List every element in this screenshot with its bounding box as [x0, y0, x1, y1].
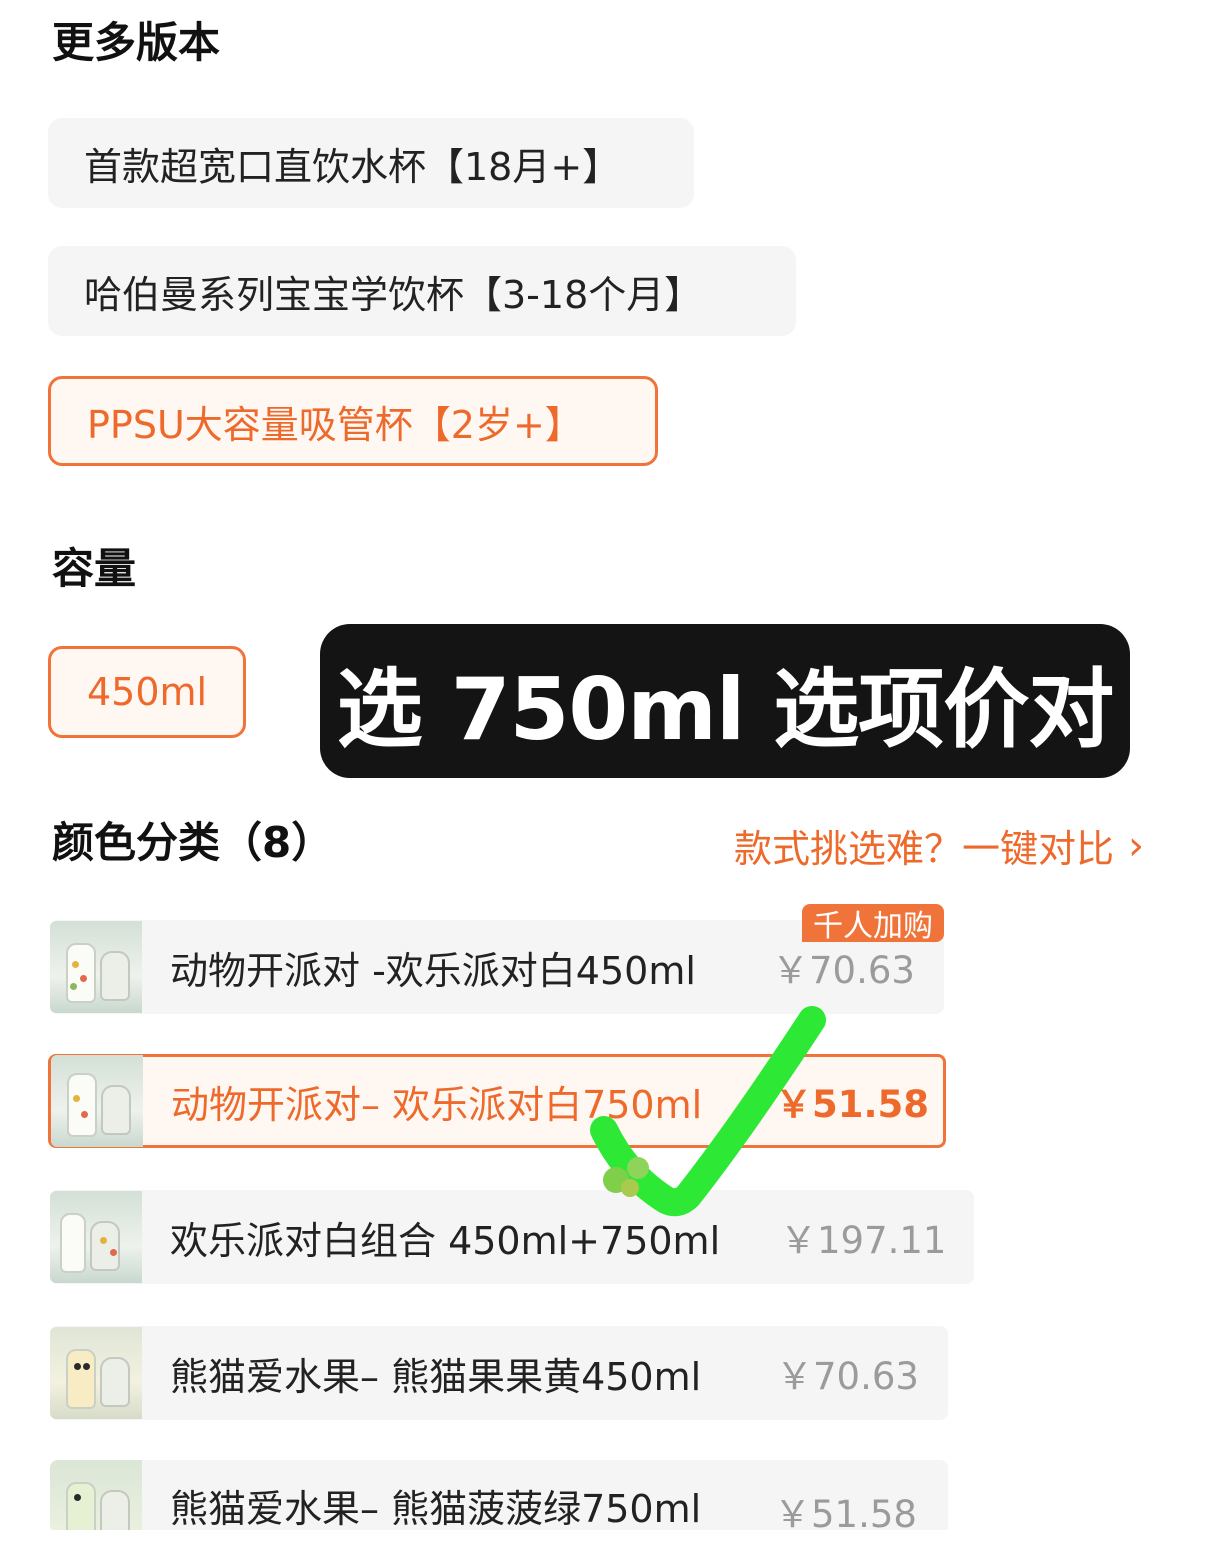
compare-link-label: 款式挑选难？一键对比: [733, 827, 1114, 871]
section-title-more-versions: 更多版本: [52, 18, 221, 67]
variant-price: ￥51.58: [775, 1083, 930, 1126]
version-option-label: 首款超宽口直饮水杯【18月+】: [84, 144, 621, 189]
popular-badge: 千人加购: [802, 904, 944, 944]
variant-name: 熊猫爱水果– 熊猫果果黄450ml: [170, 1354, 702, 1399]
version-option-straight-cup[interactable]: 首款超宽口直饮水杯【18月+】: [48, 118, 694, 208]
version-option-learner-cup[interactable]: 哈伯曼系列宝宝学饮杯【3-18个月】: [48, 246, 796, 336]
variant-item-selected[interactable]: 动物开派对– 欢乐派对白750ml ￥51.58: [48, 1054, 946, 1148]
variant-item[interactable]: 熊猫爱水果– 熊猫果果黄450ml ￥70.63: [50, 1326, 948, 1420]
capacity-option-label: 450ml: [87, 670, 208, 714]
variant-name: 动物开派对– 欢乐派对白750ml: [171, 1082, 703, 1127]
section-title-capacity: 容量: [52, 544, 137, 593]
overlay-caption: 选 750ml 选项价对: [320, 624, 1130, 778]
capacity-option-450ml[interactable]: 450ml: [48, 646, 246, 738]
variant-name: 动物开派对 -欢乐派对白450ml: [170, 948, 696, 993]
product-thumbnail: [50, 1327, 142, 1419]
variant-price: ￥70.63: [776, 1355, 919, 1398]
variant-price: ￥51.58: [774, 1493, 917, 1530]
variant-name: 熊猫爱水果– 熊猫菠菠绿750ml: [170, 1486, 702, 1531]
product-thumbnail: [50, 1191, 142, 1283]
variant-price: ￥70.63: [772, 949, 915, 992]
overlay-caption-text: 选 750ml 选项价对: [336, 659, 1114, 760]
product-thumbnail: [51, 1055, 143, 1147]
variant-item[interactable]: 欢乐派对白组合 450ml+750ml ￥197.11: [50, 1190, 974, 1284]
product-thumbnail: [50, 1460, 142, 1530]
variant-name: 欢乐派对白组合 450ml+750ml: [170, 1218, 721, 1263]
version-option-label: PPSU大容量吸管杯【2岁+】: [87, 402, 583, 447]
product-thumbnail: [50, 921, 142, 1013]
chevron-right-icon: ›: [1128, 822, 1144, 869]
section-title-colors: 颜色分类（8）: [52, 818, 334, 867]
version-option-label: 哈伯曼系列宝宝学饮杯【3-18个月】: [84, 272, 703, 317]
variant-price: ￥197.11: [780, 1219, 947, 1262]
version-option-ppsu-straw-cup[interactable]: PPSU大容量吸管杯【2岁+】: [48, 376, 658, 466]
compare-styles-link[interactable]: 款式挑选难？一键对比 ›: [734, 818, 1144, 873]
variant-item[interactable]: 熊猫爱水果– 熊猫菠菠绿750ml ￥51.58: [50, 1460, 948, 1530]
